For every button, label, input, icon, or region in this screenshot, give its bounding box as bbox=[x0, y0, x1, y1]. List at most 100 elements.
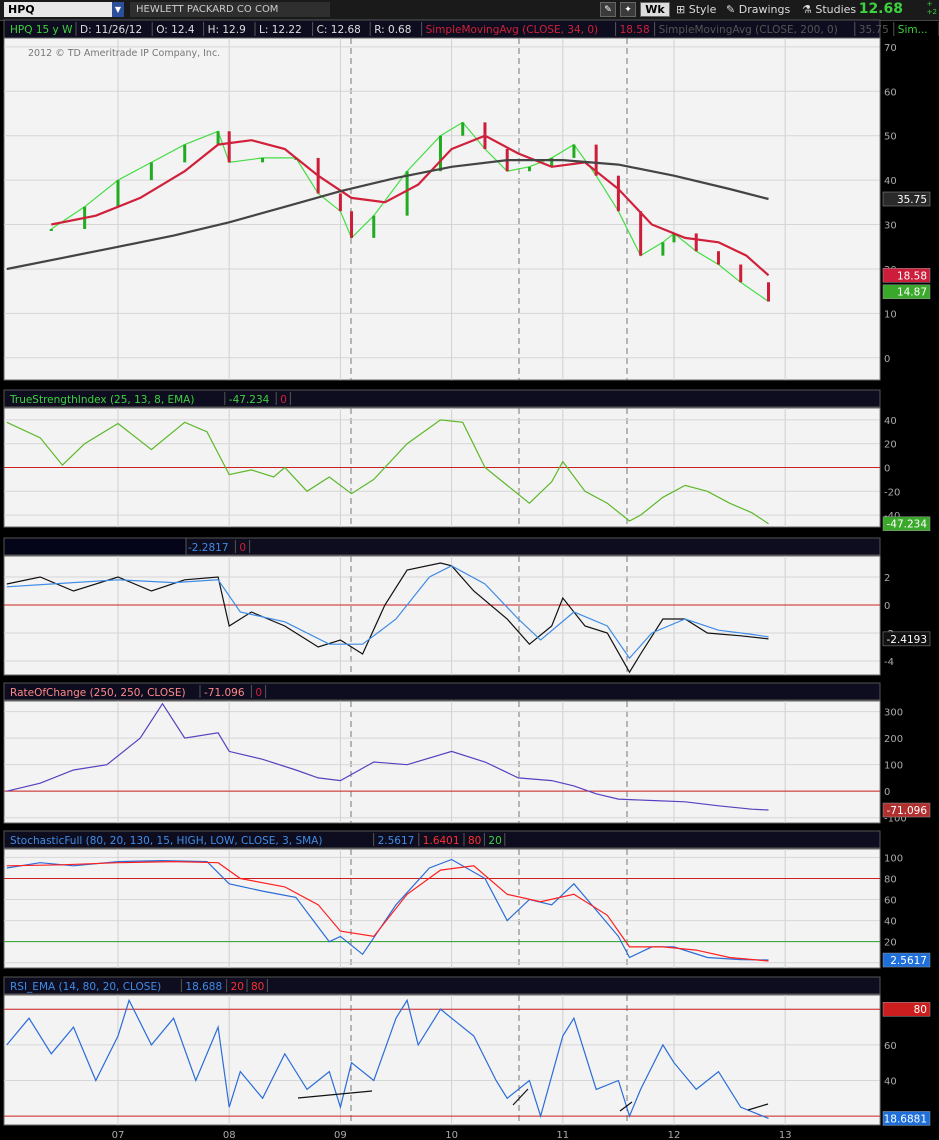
plot-area-2 bbox=[3, 555, 881, 676]
price-candle bbox=[438, 135, 442, 172]
plot-area-4 bbox=[3, 848, 881, 969]
x-tick-label: 10 bbox=[445, 1130, 458, 1140]
panel-1-label-0: TrueStrengthIndex (25, 13, 8, EMA) bbox=[9, 394, 194, 406]
panel-0-label-6: R: 0.68 bbox=[374, 24, 411, 36]
panel-4-label-4: 20 bbox=[488, 835, 501, 847]
y-tick-label: 60 bbox=[884, 1041, 897, 1052]
panel-5-label-1: 18.688 bbox=[185, 981, 222, 993]
x-tick-label: 13 bbox=[779, 1130, 792, 1140]
price-badge-0: 35.75 bbox=[897, 194, 927, 206]
price-candle bbox=[767, 282, 771, 302]
panel-4-label-0: StochasticFull (80, 20, 130, 15, HIGH, L… bbox=[10, 835, 322, 847]
x-tick-label: 08 bbox=[223, 1130, 236, 1140]
rsi-badge-1: 18.6881 bbox=[884, 1113, 927, 1125]
y-tick-label: 40 bbox=[884, 1076, 897, 1087]
y-tick-label: 100 bbox=[884, 761, 903, 772]
price-candle bbox=[527, 166, 531, 172]
y-tick-label: -20 bbox=[884, 487, 900, 498]
panel-5-label-0: RSI_EMA (14, 80, 20, CLOSE) bbox=[10, 981, 161, 993]
panel-2-label-0: -2.2817 bbox=[188, 542, 229, 554]
panel-0-label-0: HPQ 15 y W bbox=[10, 24, 73, 36]
panel-0-label-5: C: 12.68 bbox=[317, 24, 361, 36]
y-tick-label: 70 bbox=[884, 43, 897, 54]
y-tick-label: 100 bbox=[884, 853, 903, 864]
panel-2-label-1: 0 bbox=[239, 542, 246, 554]
y-tick-label: 300 bbox=[884, 708, 903, 719]
price-candle bbox=[405, 171, 409, 216]
y-tick-label: 20 bbox=[884, 938, 897, 949]
panel-0-label-11: Sim... bbox=[898, 24, 928, 36]
y-tick-label: 20 bbox=[884, 440, 897, 451]
tsi-badge: -47.234 bbox=[886, 519, 927, 531]
y-tick-label: 40 bbox=[884, 176, 897, 187]
price-candle bbox=[350, 211, 354, 238]
price-badge-2: 14.87 bbox=[897, 287, 927, 299]
panel-5-label-2: 20 bbox=[231, 981, 244, 993]
price-candle bbox=[461, 122, 465, 136]
copyright-text: 2012 © TD Ameritrade IP Company, Inc. bbox=[28, 48, 220, 59]
x-tick-label: 11 bbox=[556, 1130, 569, 1140]
panel-0-label-9: SimpleMovingAvg (CLOSE, 200, 0) bbox=[659, 24, 838, 36]
y-tick-label: 40 bbox=[884, 917, 897, 928]
x-tick-label: 09 bbox=[334, 1130, 347, 1140]
panel-0-label-3: H: 12.9 bbox=[208, 24, 246, 36]
panel-4-label-1: 2.5617 bbox=[378, 835, 415, 847]
price-candle bbox=[616, 175, 620, 212]
plot-area-3 bbox=[3, 700, 881, 824]
y-tick-label: 0 bbox=[884, 354, 890, 365]
roc-badge: -71.096 bbox=[886, 805, 927, 817]
price-candle bbox=[661, 242, 665, 256]
panel-header-blank-2 bbox=[3, 537, 187, 556]
price-badge-1: 18.58 bbox=[897, 270, 927, 282]
y-tick-label: 10 bbox=[884, 309, 897, 320]
panel-5-label-3: 80 bbox=[251, 981, 264, 993]
stoch-badge: 2.5617 bbox=[890, 955, 927, 967]
price-candle bbox=[49, 228, 53, 231]
price-candle bbox=[183, 144, 187, 163]
panel-0-label-8: 18.58 bbox=[620, 24, 650, 36]
price-candle bbox=[372, 215, 376, 238]
chart-canvas[interactable]: HPQ 15 y W D: 11/26/12 O: 12.4 H: 12.9 L: 12… bbox=[0, 0, 939, 1140]
price-candle bbox=[716, 251, 720, 265]
price-candle bbox=[694, 233, 698, 252]
panel-0-label-2: O: 12.4 bbox=[156, 24, 195, 36]
panel-0-label-4: L: 12.22 bbox=[259, 24, 302, 36]
panel-0-label-1: D: 11/26/12 bbox=[80, 24, 142, 36]
y-tick-label: 0 bbox=[884, 787, 890, 798]
panel-0-label-7: SimpleMovingAvg (CLOSE, 34, 0) bbox=[426, 24, 599, 36]
x-tick-label: 07 bbox=[112, 1130, 125, 1140]
rsi-badge-0: 80 bbox=[914, 1004, 927, 1016]
y-tick-label: 60 bbox=[884, 896, 897, 907]
y-tick-label: 30 bbox=[884, 221, 897, 232]
price-candle bbox=[338, 193, 342, 212]
plot-area-0 bbox=[3, 37, 881, 381]
macd-badge: -2.4193 bbox=[886, 634, 927, 646]
y-tick-label: 50 bbox=[884, 132, 897, 143]
panel-3-label-1: -71.096 bbox=[204, 687, 245, 699]
plot-area-5 bbox=[3, 994, 881, 1126]
y-tick-label: 200 bbox=[884, 734, 903, 745]
y-tick-label: -4 bbox=[884, 657, 894, 668]
price-candle bbox=[216, 131, 220, 145]
y-tick-label: 40 bbox=[884, 416, 897, 427]
panel-1-label-2: 0 bbox=[280, 394, 287, 406]
x-tick-label: 12 bbox=[668, 1130, 681, 1140]
panel-0-label-10: 35.75 bbox=[859, 24, 889, 36]
panel-3-label-2: 0 bbox=[255, 687, 262, 699]
panel-4-label-3: 80 bbox=[468, 835, 481, 847]
y-tick-label: 60 bbox=[884, 87, 897, 98]
y-tick-label: 0 bbox=[884, 464, 890, 475]
panel-4-label-2: 1.6401 bbox=[423, 835, 460, 847]
y-tick-label: 0 bbox=[884, 601, 890, 612]
y-tick-label: 80 bbox=[884, 874, 897, 885]
price-candle bbox=[149, 162, 153, 181]
y-tick-label: 2 bbox=[884, 573, 890, 584]
panel-3-label-0: RateOfChange (250, 250, CLOSE) bbox=[10, 687, 186, 699]
price-candle bbox=[572, 144, 576, 158]
price-candle bbox=[227, 131, 231, 163]
price-candle bbox=[739, 264, 743, 283]
price-candle bbox=[116, 180, 120, 207]
panel-1-label-1: -47.234 bbox=[229, 394, 270, 406]
price-candle bbox=[639, 211, 643, 256]
price-candle bbox=[261, 157, 265, 163]
